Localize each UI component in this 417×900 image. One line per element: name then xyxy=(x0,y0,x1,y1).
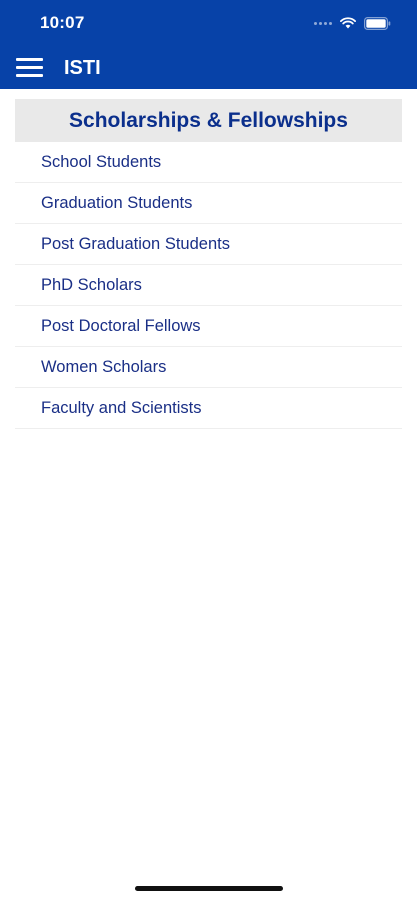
list-item-post-graduation-students[interactable]: Post Graduation Students xyxy=(15,224,402,265)
list-item-school-students[interactable]: School Students xyxy=(15,142,402,183)
list-item-label: Women Scholars xyxy=(41,357,167,376)
battery-icon xyxy=(364,16,391,30)
list-item-graduation-students[interactable]: Graduation Students xyxy=(15,183,402,224)
list-item-label: School Students xyxy=(41,152,162,171)
cellular-signal-icon xyxy=(314,21,332,25)
section-header: Scholarships & Fellowships xyxy=(15,99,402,142)
status-time: 10:07 xyxy=(40,13,85,32)
list-item-label: Post Doctoral Fellows xyxy=(41,316,201,335)
status-icons xyxy=(314,15,391,31)
scholarships-section: Scholarships & Fellowships School Studen… xyxy=(15,99,402,429)
hamburger-menu-icon[interactable] xyxy=(16,56,43,80)
app-bar: ISTI xyxy=(0,46,417,89)
list-item-label: Faculty and Scientists xyxy=(41,398,202,417)
list-item-faculty-and-scientists[interactable]: Faculty and Scientists xyxy=(15,388,402,429)
list-item-phd-scholars[interactable]: PhD Scholars xyxy=(15,265,402,306)
home-indicator[interactable] xyxy=(135,886,283,891)
status-bar: 10:07 xyxy=(0,0,417,46)
list-item-label: Post Graduation Students xyxy=(41,234,230,253)
list-item-post-doctoral-fellows[interactable]: Post Doctoral Fellows xyxy=(15,306,402,347)
list-item-women-scholars[interactable]: Women Scholars xyxy=(15,347,402,388)
app-title: ISTI xyxy=(64,57,101,79)
wifi-icon xyxy=(340,17,356,29)
list-item-label: PhD Scholars xyxy=(41,275,142,294)
list-item-label: Graduation Students xyxy=(41,193,193,212)
